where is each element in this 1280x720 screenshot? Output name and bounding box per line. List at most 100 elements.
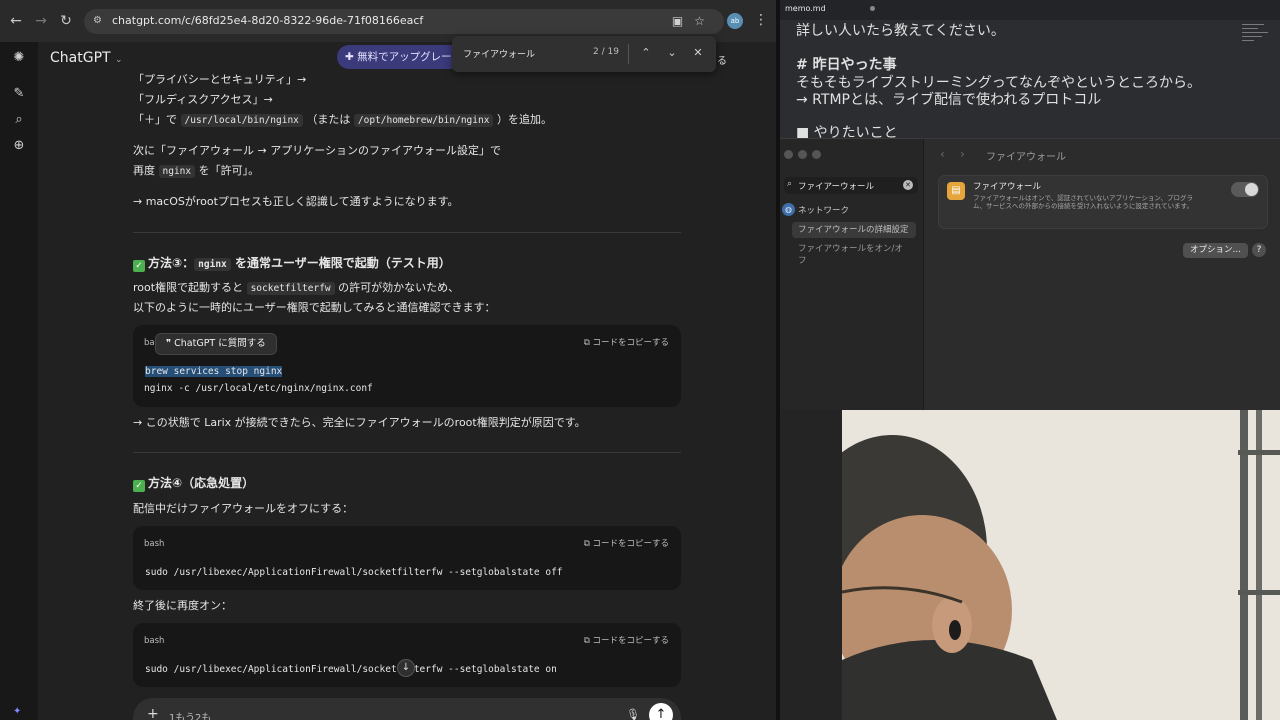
search-input[interactable]: ファイアーウォール: [798, 180, 874, 192]
copy-label: コードをコピーする: [592, 636, 669, 646]
sidebar-item-firewall-toggle[interactable]: ファイアウォールをオン/オフ: [798, 243, 908, 267]
quote-icon: ❞: [166, 338, 175, 349]
address-bar[interactable]: ⚙ chatgpt.com/c/68fd25e4-8d20-8322-96de-…: [84, 9, 724, 34]
text-line: 再度 nginx を「許可」。: [133, 161, 259, 182]
code-line: sudo /usr/libexec/ApplicationFirewall/so…: [145, 567, 563, 578]
reload-icon[interactable]: ↻: [58, 13, 74, 29]
ask-chatgpt-tooltip[interactable]: ❞ ChatGPT に質問する: [155, 333, 277, 355]
inline-code: /usr/local/bin/nginx: [180, 114, 303, 127]
options-button[interactable]: オプション…: [1183, 243, 1249, 258]
firewall-toggle[interactable]: [1231, 182, 1259, 197]
find-next-icon[interactable]: ⌄: [664, 45, 680, 61]
text-span: を「許可」。: [198, 164, 260, 177]
code-language: bash: [144, 636, 165, 646]
composer-input[interactable]: 1もう2も: [169, 709, 211, 720]
find-input[interactable]: ファイアウォール: [463, 47, 535, 60]
settings-search-field[interactable]: ⌕ ファイアーウォール ✕: [784, 177, 918, 194]
memo-line[interactable]: ■ やりたいこと: [796, 122, 898, 138]
new-chat-icon[interactable]: ✎: [11, 86, 27, 102]
profile-avatar[interactable]: ab: [727, 13, 743, 29]
clear-search-icon[interactable]: ✕: [903, 180, 913, 190]
text-line: → macOSがrootプロセスも正しく認識して通すようになります。: [133, 195, 459, 208]
mic-icon[interactable]: 🎙: [626, 708, 640, 720]
memo-heading[interactable]: # 昨日やった事: [796, 54, 897, 74]
firewall-card-description: ファイアウォールはオンで、認証されていないアプリケーション、プログラム、サービス…: [973, 194, 1194, 210]
help-button[interactable]: ?: [1252, 243, 1266, 257]
text-line: 「＋」で /usr/local/bin/nginx （または /opt/home…: [133, 110, 552, 131]
share-button-fragment[interactable]: る: [717, 52, 727, 67]
minimap-line: [1242, 32, 1268, 33]
sparkle-icon[interactable]: ✦: [13, 706, 21, 717]
scroll-to-bottom-button[interactable]: ↓: [397, 659, 415, 677]
copy-code-button[interactable]: ⧉ コードをコピーする: [584, 333, 669, 353]
minimize-window-icon[interactable]: [798, 150, 807, 159]
divider: [133, 452, 681, 453]
unsaved-dot-icon: [870, 6, 875, 11]
page-icon[interactable]: ▣: [670, 14, 685, 29]
section-heading: ✓ 方法③： nginx を通常ユーザー権限で起動（テスト用）: [133, 253, 451, 275]
plus-icon[interactable]: +: [147, 706, 159, 720]
heading-text: を通常ユーザー権限で起動（テスト用）: [234, 256, 451, 270]
inline-code: socketfilterfw: [246, 282, 335, 295]
code-block: bash ⧉ コードをコピーする sudo /usr/libexec/Appli…: [133, 623, 681, 687]
memo-line[interactable]: 詳しい人いたら教えてください。: [796, 20, 1005, 40]
find-match-count: 2 / 19: [593, 47, 619, 57]
find-close-icon[interactable]: ✕: [690, 45, 706, 61]
sidebar-item-network[interactable]: ネットワーク: [798, 204, 849, 216]
heading-text: 方法④（応急処置）: [148, 476, 255, 490]
desktop-background: [780, 410, 842, 720]
site-info-icon[interactable]: ⚙: [93, 15, 105, 27]
browser-window: ← → ↻ ⚙ chatgpt.com/c/68fd25e4-8d20-8322…: [0, 0, 778, 720]
minimap-line: [1242, 40, 1254, 41]
chatgpt-logo-icon[interactable]: ✺: [11, 50, 27, 66]
text-line: 次に「ファイアウォール → アプリケーションのファイアウォール設定」で: [133, 144, 501, 157]
composer[interactable]: + 1もう2も 🎙 ↑: [133, 698, 681, 720]
minimap-line: [1242, 28, 1258, 29]
minimap-line: [1242, 36, 1262, 37]
text-span: root権限で起動すると: [133, 281, 244, 294]
find-prev-icon[interactable]: ⌃: [638, 45, 654, 61]
chrome-menu-icon[interactable]: ⋮: [754, 12, 768, 28]
text-line: root権限で起動すると socketfilterfw の許可が効かないため、: [133, 278, 459, 299]
memo-editor: memo.md 詳しい人いたら教えてください。 # 昨日やった事 そもそもライブ…: [780, 0, 1280, 138]
memo-line[interactable]: → RTMPとは、ライブ配信で使われるプロトコル: [796, 89, 1101, 109]
text-line: 「フルディスクアクセス」→: [133, 93, 273, 106]
forward-icon[interactable]: →: [33, 13, 49, 29]
heading-text: 方法③：: [148, 256, 195, 270]
copy-code-button[interactable]: ⧉ コードをコピーする: [584, 534, 669, 554]
firewall-card-title: ファイアウォール: [973, 182, 1042, 192]
send-button[interactable]: ↑: [649, 703, 673, 720]
copy-label: コードをコピーする: [592, 338, 669, 348]
code-language: bash: [144, 539, 165, 549]
sidebar-item-firewall-advanced[interactable]: ファイアウォールの詳細設定: [792, 222, 916, 238]
editor-tab[interactable]: memo.md: [785, 4, 826, 13]
editor-tabbar: memo.md: [780, 0, 1280, 20]
check-icon: ✓: [133, 260, 145, 272]
code-line: sudo /usr/libexec/ApplicationFirewall/so…: [145, 664, 557, 675]
globe-icon: ◍: [782, 203, 795, 216]
plus-sparkle-icon: ✚: [345, 51, 358, 63]
back-icon[interactable]: ←: [8, 13, 24, 29]
bookmark-star-icon[interactable]: ☆: [692, 14, 707, 29]
upgrade-label: 無料でアップグレード: [357, 51, 462, 63]
text-line: → この状態で Larix が接続できたら、完全にファイアウォールのroot権限…: [133, 416, 586, 429]
text-line: 終了後に再度オン：: [133, 599, 232, 612]
text-span: ）を追加。: [496, 113, 552, 126]
zoom-window-icon[interactable]: [812, 150, 821, 159]
search-icon: ⌕: [787, 179, 793, 189]
section-heading: ✓ 方法④（応急処置）: [133, 473, 254, 493]
copy-code-button[interactable]: ⧉ コードをコピーする: [584, 631, 669, 651]
find-divider: [628, 44, 629, 64]
library-icon[interactable]: ⊕: [11, 138, 27, 154]
text-line: 「プライバシーとセキュリティ」→: [133, 73, 307, 86]
search-icon[interactable]: ⌕: [11, 112, 27, 128]
chatgpt-sidebar-rail: ✺ ✎ ⌕ ⊕: [0, 42, 38, 720]
upgrade-button[interactable]: ✚ 無料でアップグレード: [337, 45, 462, 69]
find-bar: ファイアウォール 2 / 19 ⌃ ⌄ ✕: [452, 36, 716, 72]
editor-minimap[interactable]: [1242, 22, 1272, 46]
nav-back-forward-icons[interactable]: ‹ ›: [940, 147, 965, 161]
close-window-icon[interactable]: [784, 150, 793, 159]
firewall-icon: ▤: [947, 182, 965, 200]
model-picker[interactable]: ChatGPT ⌄: [50, 50, 123, 66]
url-text[interactable]: chatgpt.com/c/68fd25e4-8d20-8322-96de-71…: [112, 14, 423, 27]
